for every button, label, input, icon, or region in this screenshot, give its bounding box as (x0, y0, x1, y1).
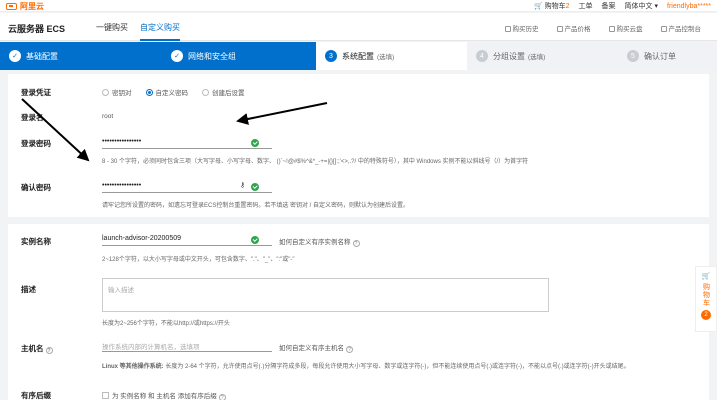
confirm-valid-icon (251, 183, 259, 191)
instance-name-help-link[interactable]: 如何自定义有序实例名称? (279, 236, 360, 247)
logo-text: 阿里云 (20, 1, 44, 11)
cart-link[interactable]: 🛒 购物车2 (534, 1, 570, 11)
help-icon: ? (352, 240, 360, 247)
instance-panel: 实例名称 launch-advisor-20200509 如何自定义有序实例名称… (8, 224, 709, 400)
radio-set-later[interactable]: 创建后设置 (202, 87, 245, 97)
tab-custom-buy[interactable]: 自定义购买 (140, 22, 180, 41)
hostname-help-link[interactable]: 如何自定义有序主机名? (279, 342, 353, 353)
ordered-suffix-checkbox[interactable]: 为 实例名称 和 主机名 添加有序后缀? (102, 390, 226, 400)
ticket-link[interactable]: 工单 (579, 1, 593, 11)
step-bar: ✓ 基础配置 ✓ 网络和安全组 3 系统配置 (选填) 4 分组设置 (选填) … (0, 42, 717, 70)
radio-custom-password[interactable]: 自定义密码 (145, 87, 188, 97)
floating-cart-badge: 2 (701, 310, 711, 320)
password-label: 登录密码 (21, 139, 51, 148)
ordered-suffix-label: 有序后缀 (21, 391, 51, 400)
product-title: 云服务器 ECS (8, 24, 66, 34)
aliyun-logo[interactable]: 阿里云 (6, 1, 44, 11)
price-link[interactable]: 产品价格 (556, 23, 591, 33)
instance-name-valid-icon (251, 236, 259, 244)
confirm-password-hint: 请牢记您所设置的密码，如遗忘可登录ECS控制台重置密码。若不填选 密钥对 / 自… (102, 203, 410, 209)
confirm-password-input[interactable]: •••••••••••••••• (102, 179, 272, 193)
help-icon[interactable]: ? (45, 347, 53, 354)
credential-options: 密钥对 自定义密码 创建后设置 (102, 87, 245, 97)
price-icon (556, 26, 563, 32)
password-hint: 8 - 30 个字符，必须同时包含三项（大写字母、小写字母、数字、 ()`~!@… (102, 159, 529, 165)
help-icon: ? (218, 394, 226, 400)
nav-right-links: 购买历史 产品价格 购买云盘 产品控制台 (504, 23, 701, 33)
step-check-icon: ✓ (9, 50, 21, 62)
radio-icon (202, 89, 209, 96)
product-nav: 云服务器 ECS 一键购买 自定义购买 购买历史 产品价格 购买云盘 产品控制台 (0, 13, 717, 41)
password-input[interactable]: •••••••••••••••• (102, 135, 272, 149)
floating-cart[interactable]: 🛒 购物车 2 (695, 266, 717, 332)
description-label: 描述 (21, 285, 36, 294)
login-panel: 登录凭证 密钥对 自定义密码 创建后设置 登录名 root 登录密码 •••••… (8, 74, 709, 217)
login-name-label: 登录名 (21, 113, 44, 122)
record-link[interactable]: 备案 (602, 1, 616, 11)
step-group-settings[interactable]: 4 分组设置 (选填) (467, 42, 619, 70)
radio-key-pair[interactable]: 密钥对 (102, 87, 132, 97)
checkbox-icon (102, 392, 109, 399)
credential-label: 登录凭证 (21, 88, 51, 97)
cart-icon: 🛒 (533, 3, 543, 10)
password-valid-icon (251, 139, 259, 147)
top-bar: 阿里云 🛒 购物车2 工单 备案 简体中文 ▾ friendlyba***** (0, 0, 717, 12)
instance-name-hint: 2~128个字符，以大小写字母或中文开头，可包含数字、"."、"_"、":"或"… (102, 257, 295, 263)
show-password-icon[interactable]: ⚷ (240, 181, 245, 189)
disk-icon (608, 26, 615, 32)
radio-selected-icon (145, 89, 153, 96)
tab-one-click-buy[interactable]: 一键购买 (96, 22, 128, 41)
instance-name-input[interactable]: launch-advisor-20200509 (102, 232, 272, 246)
console-link[interactable]: 产品控制台 (660, 23, 701, 33)
top-links: 🛒 购物车2 工单 备案 简体中文 ▾ friendlyba***** (534, 0, 711, 12)
hostname-input[interactable]: 操作系统内部的计算机名，选填项 (102, 338, 272, 352)
step-network-security[interactable]: ✓ 网络和安全组 (162, 42, 317, 70)
cart-icon: 🛒 (701, 273, 711, 280)
user-account[interactable]: friendlyba***** (667, 3, 711, 10)
buy-disk-link[interactable]: 购买云盘 (608, 23, 643, 33)
step-basic-config[interactable]: ✓ 基础配置 (0, 42, 163, 70)
cart-count: 2 (565, 3, 570, 10)
hostname-label: 主机名? (21, 344, 53, 354)
description-textarea[interactable]: 输入描述 (102, 278, 549, 312)
step-confirm-order[interactable]: 5 确认订单 (618, 42, 717, 70)
instance-name-label: 实例名称 (21, 237, 51, 246)
help-icon: ? (346, 346, 353, 353)
step-system-config[interactable]: 3 系统配置 (选填) (316, 42, 468, 70)
console-icon (660, 26, 667, 32)
aliyun-logo-icon (6, 2, 17, 10)
history-icon (504, 26, 511, 32)
language-select[interactable]: 简体中文 ▾ (625, 1, 658, 11)
step-check-icon: ✓ (171, 50, 183, 62)
login-name-value: root (102, 113, 114, 120)
description-hint: 长度为2~256个字符，不能以http://或https://开头 (102, 321, 230, 327)
hostname-hint: Linux 等其他操作系统: 长度为 2-64 个字符，允许使用点号(.)分隔字… (102, 364, 630, 370)
radio-icon (102, 89, 109, 96)
confirm-password-label: 确认密码 (21, 183, 51, 192)
purchase-history-link[interactable]: 购买历史 (504, 23, 539, 33)
